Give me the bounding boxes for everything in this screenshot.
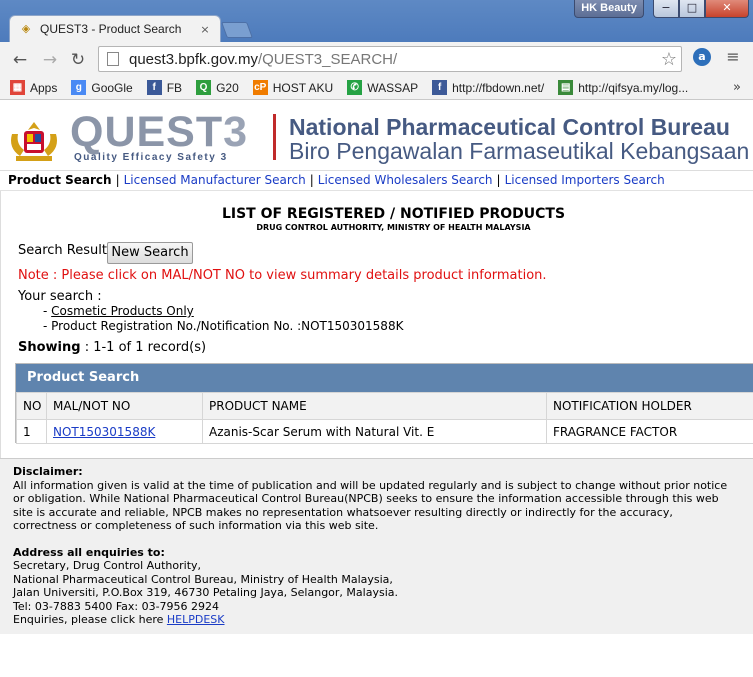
- org-name-malay: Biro Pengawalan Farmaseutikal Kebangsaan: [289, 138, 750, 164]
- banner-divider: [273, 114, 276, 160]
- col-header-product-name: PRODUCT NAME: [202, 392, 547, 420]
- forward-arrow-icon[interactable]: →: [40, 50, 60, 70]
- bookmark-item[interactable]: ▤ http://qifsya.my/log...: [558, 80, 688, 95]
- browser-tab-strip: ◈ QUEST3 - Product Search × HK Beauty − …: [0, 0, 753, 42]
- address-bar[interactable]: quest3.bpfk.gov.my/QUEST3_SEARCH/ ☆: [98, 46, 682, 72]
- bookmark-label: HOST AKU: [272, 80, 334, 95]
- web-page: QUEST3 Quality Efficacy Safety 3 Nationa…: [0, 100, 753, 677]
- menu-hamburger-icon[interactable]: ≡: [724, 49, 742, 65]
- helpdesk-link[interactable]: HELPDESK: [167, 613, 225, 626]
- bookmark-label: FB: [166, 80, 183, 95]
- url-text[interactable]: quest3.bpfk.gov.my/QUEST3_SEARCH/: [129, 51, 397, 68]
- bookmark-item[interactable]: g GooGle: [71, 80, 133, 95]
- minimize-button[interactable]: −: [653, 0, 679, 18]
- bookmark-item[interactable]: ✆ WASSAP: [347, 80, 418, 95]
- nav-licensed-wholesalers-search[interactable]: Licensed Wholesalers Search: [318, 173, 493, 187]
- enquiries-line: Enquiries, please click here HELPDESK: [13, 613, 225, 626]
- reload-icon[interactable]: ↻: [68, 50, 88, 70]
- table-row: 1 NOT150301588K Azanis-Scar Serum with N…: [16, 419, 753, 444]
- page-subtitle: DRUG CONTROL AUTHORITY, MINISTRY OF HEAL…: [256, 223, 531, 232]
- bookmark-label: GooGle: [91, 80, 133, 95]
- product-notification-link[interactable]: NOT150301588K: [53, 425, 155, 439]
- apps-grid-icon: ▦: [10, 80, 25, 95]
- org-name-english: National Pharmaceutical Control Bureau: [289, 114, 730, 140]
- window-controls: − □ ✕: [653, 0, 749, 18]
- close-window-button[interactable]: ✕: [705, 0, 749, 18]
- bookmark-item[interactable]: f http://fbdown.net/: [432, 80, 544, 95]
- nav-licensed-importers-search[interactable]: Licensed Importers Search: [505, 173, 665, 187]
- extension-icon[interactable]: a: [693, 48, 711, 66]
- record-count: Showing : 1-1 of 1 record(s): [18, 340, 207, 355]
- results-header: Product Search: [16, 364, 753, 392]
- bookmark-star-icon[interactable]: ☆: [661, 49, 677, 70]
- address-line: Secretary, Drug Control Authority,: [13, 559, 202, 572]
- browser-toolbar: ← → ↻ quest3.bpfk.gov.my/QUEST3_SEARCH/ …: [0, 42, 753, 76]
- fbdown-icon: f: [432, 80, 448, 95]
- search-result-label: Search Result: [18, 243, 107, 258]
- bookmark-item[interactable]: Q G20: [196, 80, 239, 95]
- nav-product-search: Product Search: [8, 173, 112, 187]
- quest3-tagline: Quality Efficacy Safety 3: [74, 152, 228, 163]
- back-arrow-icon[interactable]: ←: [10, 50, 30, 70]
- page-footer: Disclaimer: All information given is val…: [0, 458, 753, 634]
- main-content: LIST OF REGISTERED / NOTIFIED PRODUCTS D…: [0, 191, 753, 461]
- nav-licensed-manufacturer-search[interactable]: Licensed Manufacturer Search: [124, 173, 306, 187]
- bookmark-label: http://qifsya.my/log...: [578, 80, 689, 95]
- quest3-logo: QUEST3: [70, 108, 249, 156]
- cp-icon: cP: [252, 80, 268, 95]
- g20-icon: Q: [196, 80, 212, 95]
- page-icon: [107, 52, 119, 66]
- cell-product-name: Azanis-Scar Serum with Natural Vit. E: [202, 419, 547, 444]
- tab-title: QUEST3 - Product Search: [40, 22, 182, 36]
- search-criterion-regno: - Product Registration No./Notification …: [43, 319, 404, 333]
- col-header-mal-not-no: MAL/NOT NO: [46, 392, 203, 420]
- whatsapp-icon: ✆: [347, 80, 363, 95]
- cell-mal-not-no: NOT150301588K: [46, 419, 203, 444]
- bookmarks-overflow-icon[interactable]: »: [733, 80, 741, 95]
- address-title: Address all enquiries to:: [13, 545, 165, 559]
- results-panel: Product Search NO MAL/NOT NO PRODUCT NAM…: [15, 363, 753, 444]
- malaysia-crest-icon: [11, 122, 57, 161]
- address-line: Tel: 03-7883 5400 Fax: 03-7956 2924: [13, 599, 220, 613]
- bookmark-label: WASSAP: [367, 80, 419, 95]
- disclaimer-text: All information given is valid at the ti…: [13, 478, 728, 533]
- google-icon: g: [71, 80, 87, 95]
- address-line: Jalan Universiti, P.O.Box 319, 46730 Pet…: [13, 586, 398, 599]
- instruction-note: Note : Please click on MAL/NOT NO to vie…: [18, 268, 547, 283]
- maximize-button[interactable]: □: [679, 0, 705, 18]
- new-tab-button[interactable]: [221, 22, 253, 38]
- facebook-icon: f: [146, 80, 162, 95]
- address-line: National Pharmaceutical Control Bureau, …: [13, 572, 393, 586]
- disclaimer-title: Disclaimer:: [13, 465, 83, 478]
- bookmark-item[interactable]: ▦ Apps: [10, 80, 57, 95]
- search-criterion-category: - Cosmetic Products Only: [43, 304, 194, 318]
- col-header-notification-holder: NOTIFICATION HOLDER: [546, 392, 753, 420]
- bookmark-label: G20: [216, 80, 239, 95]
- cell-notification-holder: FRAGRANCE FACTOR: [546, 419, 753, 444]
- tab-close-icon[interactable]: ×: [198, 23, 212, 36]
- site-banner: QUEST3 Quality Efficacy Safety 3 Nationa…: [0, 100, 753, 171]
- bookmark-item[interactable]: f FB: [146, 80, 183, 95]
- bookmarks-bar: ▦ Apps g GooGle f FB Q G20 cP HOST AKU ✆ WASSAP f htt…: [0, 76, 753, 100]
- your-search-label: Your search :: [18, 289, 102, 304]
- bookmark-label: http://fbdown.net/: [452, 80, 545, 95]
- page-icon: ▤: [558, 80, 574, 95]
- table-header-row: NO MAL/NOT NO PRODUCT NAME NOTIFICATION …: [16, 392, 753, 420]
- crest-favicon-icon: ◈: [21, 22, 31, 35]
- page-title: LIST OF REGISTERED / NOTIFIED PRODUCTS: [221, 206, 566, 222]
- profile-badge[interactable]: HK Beauty: [574, 0, 644, 18]
- results-table: NO MAL/NOT NO PRODUCT NAME NOTIFICATION …: [16, 392, 753, 444]
- browser-tab[interactable]: ◈ QUEST3 - Product Search ×: [9, 15, 221, 42]
- bookmark-item[interactable]: cP HOST AKU: [252, 80, 334, 95]
- col-header-no: NO: [16, 392, 47, 420]
- new-search-button[interactable]: New Search: [107, 242, 193, 264]
- cell-no: 1: [16, 419, 47, 444]
- bookmark-label: Apps: [30, 80, 58, 95]
- search-nav: Product Search | Licensed Manufacturer Sea…: [0, 171, 753, 191]
